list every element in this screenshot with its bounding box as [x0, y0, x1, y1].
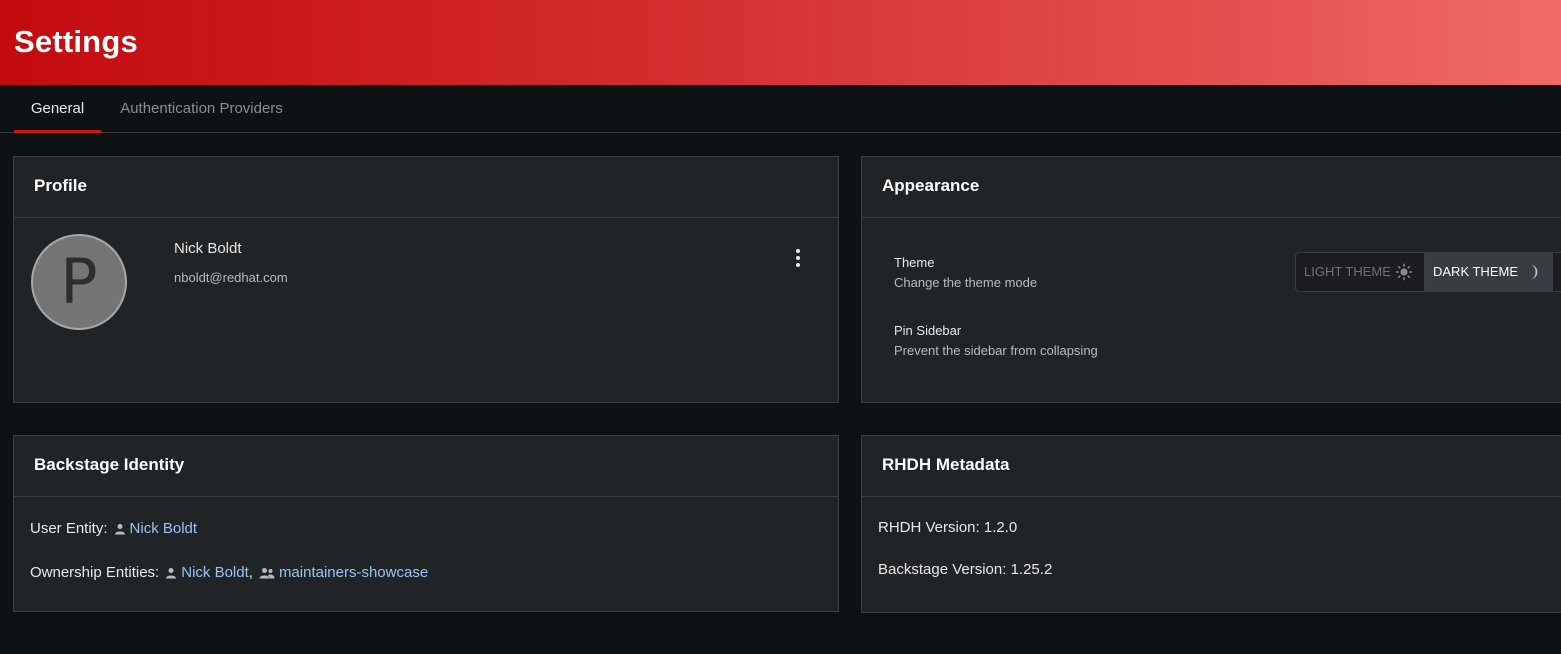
dark-theme-label: DARK THEME: [1433, 264, 1518, 279]
tab-bar: General Authentication Providers: [0, 85, 1561, 133]
identity-card-header: Backstage Identity: [14, 436, 838, 497]
appearance-card-header: Appearance: [862, 157, 1561, 218]
appearance-card: Appearance Theme Change the theme mode L…: [861, 156, 1561, 403]
page-header: Settings: [0, 0, 1561, 85]
ownership-separator: ,: [248, 564, 253, 581]
backstage-identity-card: Backstage Identity User Entity: Nick Bold…: [13, 435, 839, 612]
profile-email: nboldt@redhat.com: [174, 270, 288, 285]
theme-label: Theme: [894, 255, 935, 270]
identity-card-title: Backstage Identity: [34, 455, 185, 474]
moon-icon: [1530, 264, 1538, 280]
user-entity-row: User Entity: Nick Boldt: [30, 520, 197, 537]
appearance-card-title: Appearance: [882, 176, 980, 195]
light-theme-label: LIGHT THEME: [1304, 264, 1391, 279]
profile-card: Profile P Nick Boldt nboldt@redhat.com: [13, 156, 839, 403]
sun-icon: [1395, 263, 1413, 281]
ownership-entity-link-user[interactable]: Nick Boldt: [181, 564, 249, 581]
user-entity-link[interactable]: Nick Boldt: [130, 520, 198, 537]
ownership-entity-link-group[interactable]: maintainers-showcase: [279, 564, 428, 581]
ownership-entities-row: Ownership Entities: Nick Boldt, maintainer…: [30, 564, 428, 581]
tab-general[interactable]: General: [14, 85, 101, 132]
profile-card-title: Profile: [34, 176, 87, 195]
ownership-entities-label: Ownership Entities:: [30, 564, 160, 581]
user-icon: [114, 524, 125, 535]
auto-theme-button[interactable]: [1552, 253, 1561, 291]
pin-sidebar-label: Pin Sidebar: [894, 323, 962, 338]
pin-sidebar-description: Prevent the sidebar from collapsing: [894, 343, 1098, 358]
metadata-card-title: RHDH Metadata: [882, 455, 1010, 474]
page-title: Settings: [14, 24, 138, 59]
light-theme-button[interactable]: LIGHT THEME: [1296, 253, 1424, 291]
backstage-version: Backstage Version: 1.25.2: [878, 561, 1053, 578]
rhdh-version: RHDH Version: 1.2.0: [878, 519, 1018, 536]
user-icon: [166, 568, 177, 579]
theme-toggle-group: LIGHT THEME DARK THEME: [1295, 252, 1561, 292]
metadata-card-header: RHDH Metadata: [862, 436, 1561, 497]
profile-name: Nick Boldt: [174, 240, 242, 257]
profile-card-header: Profile: [14, 157, 838, 218]
active-tab-indicator: [14, 130, 101, 133]
avatar: P: [31, 234, 127, 330]
kebab-menu-icon[interactable]: [786, 245, 810, 271]
theme-description: Change the theme mode: [894, 275, 1038, 290]
user-entity-label: User Entity:: [30, 520, 108, 537]
dark-theme-button[interactable]: DARK THEME: [1424, 253, 1552, 291]
rhdh-metadata-card: RHDH Metadata RHDH Version: 1.2.0 Backst…: [861, 435, 1561, 613]
group-icon: [259, 568, 275, 579]
tab-authentication-providers[interactable]: Authentication Providers: [107, 85, 296, 132]
